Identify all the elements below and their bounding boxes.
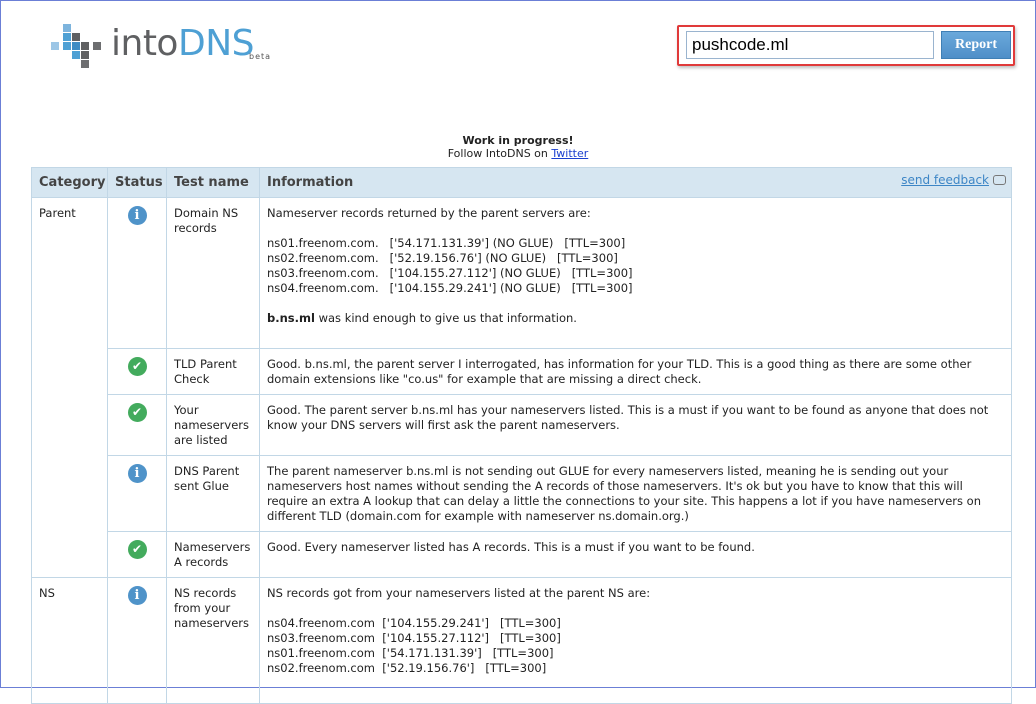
ns-record-line: ns02.freenom.com. ['52.19.156.76'] (NO G… bbox=[267, 251, 618, 265]
category-cell: Parent bbox=[31, 197, 108, 578]
notice-follow-text: Follow IntoDNS on bbox=[447, 147, 552, 160]
table-row: ✔ Your nameservers are listed Good. The … bbox=[32, 394, 1012, 456]
test-name-cell: DNS Parent sent Glue bbox=[166, 455, 260, 532]
test-name-cell: Domain NS records bbox=[166, 197, 260, 349]
check-icon: ✔ bbox=[127, 540, 147, 559]
header-status: Status bbox=[107, 167, 167, 198]
domain-search-input[interactable] bbox=[686, 31, 934, 59]
test-name-cell: NS records from your nameservers bbox=[166, 577, 260, 704]
information-cell: Nameserver records returned by the paren… bbox=[259, 197, 1012, 349]
info-icon: i bbox=[127, 464, 147, 483]
information-cell: Good. Every nameserver listed has A reco… bbox=[259, 531, 1012, 578]
table-row: ✔ Nameservers A records Good. Every name… bbox=[32, 531, 1012, 578]
info-icon: i bbox=[127, 206, 147, 225]
ns-record-line: ns01.freenom.com ['54.171.131.39'] [TTL=… bbox=[267, 646, 554, 660]
info-intro: NS records got from your nameservers lis… bbox=[267, 586, 651, 600]
logo-into-text: into bbox=[111, 23, 178, 64]
status-cell: ✔ bbox=[107, 394, 167, 456]
ns-record-line: ns01.freenom.com. ['54.171.131.39'] (NO … bbox=[267, 236, 626, 250]
domain-search-form: Report bbox=[677, 25, 1015, 66]
test-name-cell: Nameservers A records bbox=[166, 531, 260, 578]
send-feedback-link[interactable]: send feedback bbox=[901, 173, 1006, 187]
table-row: NS i NS records from your nameservers NS… bbox=[31, 577, 1012, 704]
information-cell: Good. b.ns.ml, the parent server I inter… bbox=[259, 348, 1012, 395]
speech-bubble-icon bbox=[993, 175, 1006, 185]
ns-record-line: ns03.freenom.com. ['104.155.27.112'] (NO… bbox=[267, 266, 633, 280]
check-icon: ✔ bbox=[127, 403, 147, 422]
header-test-name: Test name bbox=[166, 167, 260, 198]
status-cell: i bbox=[107, 197, 167, 349]
category-cell: NS bbox=[31, 577, 108, 704]
notice-title: Work in progress! bbox=[462, 134, 574, 147]
logo-grid-icon bbox=[51, 22, 107, 68]
table-row: Parent i Domain NS records Nameserver re… bbox=[31, 197, 1012, 578]
dns-report-table: Category Status Test name Information se… bbox=[31, 167, 1012, 704]
table-row: i DNS Parent sent Glue The parent namese… bbox=[32, 455, 1012, 532]
status-cell: i bbox=[107, 577, 167, 704]
test-name-cell: TLD Parent Check bbox=[166, 348, 260, 395]
ns-record-line: ns02.freenom.com ['52.19.156.76'] [TTL=3… bbox=[267, 661, 547, 675]
send-feedback-label: send feedback bbox=[901, 173, 989, 187]
status-cell: i bbox=[107, 455, 167, 532]
info-footer-text: was kind enough to give us that informat… bbox=[314, 311, 577, 325]
status-cell: ✔ bbox=[107, 348, 167, 395]
info-footer: b.ns.ml was kind enough to give us that … bbox=[267, 311, 1004, 326]
table-header-row: Category Status Test name Information se… bbox=[31, 167, 1012, 198]
information-cell: The parent nameserver b.ns.ml is not sen… bbox=[259, 455, 1012, 532]
header-category: Category bbox=[31, 167, 108, 198]
test-name-cell: Your nameservers are listed bbox=[166, 394, 260, 456]
work-in-progress-notice: Work in progress! Follow IntoDNS on Twit… bbox=[0, 134, 1036, 160]
logo-dns-text: DNS bbox=[177, 23, 255, 64]
ns-record-line: ns04.freenom.com. ['104.155.29.241'] (NO… bbox=[267, 281, 633, 295]
logo-beta-label: beta bbox=[249, 52, 272, 61]
info-icon: i bbox=[127, 586, 147, 605]
ns-record-line: ns03.freenom.com ['104.155.27.112'] [TTL… bbox=[267, 631, 561, 645]
information-cell: Good. The parent server b.ns.ml has your… bbox=[259, 394, 1012, 456]
header-information-label: Information bbox=[267, 175, 354, 190]
parent-server-name: b.ns.ml bbox=[267, 311, 315, 325]
logo-wordmark: intoDNS bbox=[111, 22, 254, 66]
information-cell: NS records got from your nameservers lis… bbox=[259, 577, 1012, 704]
info-intro: Nameserver records returned by the paren… bbox=[267, 206, 591, 220]
ns-record-line: ns04.freenom.com ['104.155.29.241'] [TTL… bbox=[267, 616, 561, 630]
header-information: Information send feedback bbox=[259, 167, 1012, 198]
status-cell: ✔ bbox=[107, 531, 167, 578]
table-row: ✔ TLD Parent Check Good. b.ns.ml, the pa… bbox=[32, 348, 1012, 395]
report-button[interactable]: Report bbox=[941, 31, 1011, 59]
intodns-logo[interactable]: intoDNS beta bbox=[51, 22, 291, 72]
check-icon: ✔ bbox=[127, 357, 147, 376]
twitter-link[interactable]: Twitter bbox=[551, 147, 588, 160]
